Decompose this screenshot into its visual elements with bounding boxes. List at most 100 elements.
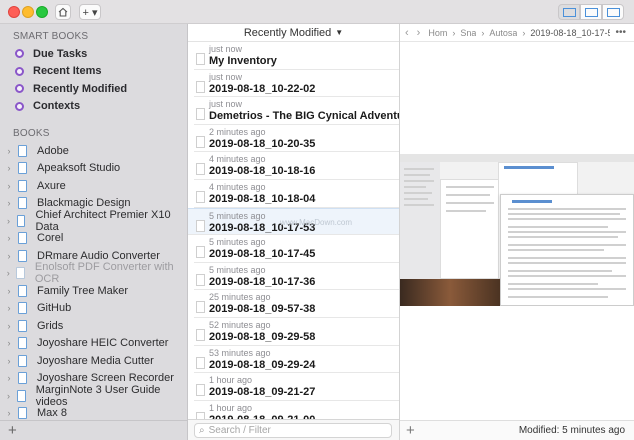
search-placeholder: Search / Filter: [208, 425, 271, 436]
document-icon: [196, 356, 205, 369]
more-options-button[interactable]: •••: [615, 27, 626, 38]
document-screenshot-image: [400, 154, 634, 306]
item-title: Demetrios - The BIG Cynical Adventure: [209, 110, 399, 123]
disclosure-chevron-icon[interactable]: ›: [0, 198, 18, 208]
disclosure-chevron-icon[interactable]: ›: [0, 356, 18, 366]
search-input[interactable]: ⌕ Search / Filter: [194, 423, 392, 438]
document-list: just now My Inventory just now 2019-08-18_1…: [188, 42, 399, 419]
modified-status: Modified: 5 minutes ago: [518, 425, 625, 436]
disclosure-chevron-icon[interactable]: ›: [0, 268, 16, 278]
minimize-window-button[interactable]: [22, 6, 34, 18]
document-list-item[interactable]: 1 hour ago2019-08-18_09-21-00: [194, 401, 399, 419]
document-icon: [196, 301, 205, 314]
book-item[interactable]: › MarginNote 3 User Guide videos: [0, 384, 187, 408]
smart-book-item[interactable]: Due Tasks: [0, 45, 187, 63]
document-list-item[interactable]: 5 minutes ago 2019-08-18_10-17-53 www.MacD…: [188, 207, 399, 236]
document-list-item[interactable]: 2 minutes ago 2019-08-18_10-20-35: [194, 125, 399, 153]
smart-book-label: Due Tasks: [33, 47, 88, 60]
disclosure-chevron-icon[interactable]: ›: [0, 181, 18, 191]
item-title: 2019-08-18_10-17-45: [209, 248, 316, 261]
add-attachment-button[interactable]: +: [406, 422, 415, 439]
book-icon: [16, 214, 26, 227]
book-item[interactable]: › GitHub: [0, 300, 187, 318]
item-modified-time: just now: [209, 99, 243, 110]
disclosure-chevron-icon[interactable]: ›: [0, 163, 18, 173]
book-item[interactable]: › Axure: [0, 177, 187, 195]
smart-book-label: Recent Items: [33, 65, 102, 78]
document-list-item[interactable]: just now 2019-08-18_10-22-02: [194, 70, 399, 98]
view-two-pane-button[interactable]: [580, 4, 602, 20]
book-item[interactable]: › Grids: [0, 317, 187, 335]
disclosure-chevron-icon[interactable]: ›: [0, 373, 18, 383]
book-icon: [18, 232, 27, 245]
smart-books-list: Due Tasks Recent Items Recently Modified Co…: [0, 45, 187, 115]
item-modified-time: 5 minutes ago: [209, 210, 266, 221]
forward-button[interactable]: ›: [417, 27, 421, 39]
document-detail-pane: ‹ › Hom › Sna › Autosa › 2019-08-18_10-17-53 …: [400, 24, 634, 440]
add-book-button[interactable]: +: [8, 422, 17, 439]
breadcrumb-separator-icon: ›: [452, 27, 456, 38]
smart-book-item[interactable]: Recent Items: [0, 63, 187, 81]
view-single-pane-button[interactable]: [602, 4, 624, 20]
item-modified-time: 1 hour ago: [209, 375, 253, 386]
book-label: Chief Architect Premier X10 Data: [35, 208, 171, 233]
disclosure-chevron-icon[interactable]: ›: [0, 321, 18, 331]
disclosure-chevron-icon[interactable]: ›: [0, 216, 17, 226]
book-item[interactable]: › Adobe: [0, 142, 187, 160]
book-icon: [18, 407, 27, 420]
close-window-button[interactable]: [8, 6, 20, 18]
book-item[interactable]: › Enolsoft PDF Converter with OCR: [0, 261, 187, 285]
list-sort-header[interactable]: Recently Modified ▼: [188, 24, 399, 42]
single-pane-icon: [606, 7, 620, 17]
home-button[interactable]: [55, 4, 71, 20]
document-list-item[interactable]: just now Demetrios - The BIG Cynical Adve…: [194, 97, 399, 125]
disclosure-chevron-icon[interactable]: ›: [0, 338, 18, 348]
breadcrumb-document[interactable]: 2019-08-18_10-17-53: [530, 28, 610, 38]
disclosure-chevron-icon[interactable]: ›: [0, 408, 18, 418]
zoom-window-button[interactable]: [36, 6, 48, 18]
smart-book-item[interactable]: Recently Modified: [0, 80, 187, 98]
document-list-item[interactable]: 1 hour ago 2019-08-18_09-21-27: [194, 373, 399, 401]
view-mode-switcher: [558, 4, 624, 20]
document-list-item[interactable]: 5 minutes ago 2019-08-18_10-17-36: [194, 263, 399, 291]
document-list-item[interactable]: 52 minutes ago 2019-08-18_09-29-58: [194, 318, 399, 346]
disclosure-chevron-icon[interactable]: ›: [0, 146, 18, 156]
item-title: 2019-08-18_09-57-38: [209, 303, 316, 316]
item-title: 2019-08-18_10-17-36: [209, 275, 316, 288]
item-modified-time: 25 minutes ago: [209, 292, 271, 303]
disclosure-chevron-icon[interactable]: ›: [0, 233, 18, 243]
breadcrumb-item[interactable]: Sna: [460, 28, 476, 38]
book-item[interactable]: › Chief Architect Premier X10 Data: [0, 208, 187, 233]
document-list-pane: Recently Modified ▼ just now My Inventory…: [188, 24, 400, 440]
book-item[interactable]: › Apeaksoft Studio: [0, 160, 187, 178]
breadcrumb-item[interactable]: Hom: [428, 28, 447, 38]
book-item[interactable]: › Joyoshare HEIC Converter: [0, 335, 187, 353]
item-title: 2019-08-18_09-29-58: [209, 330, 316, 343]
add-menu-button[interactable]: + ▾: [79, 4, 101, 20]
disclosure-chevron-icon[interactable]: ›: [0, 303, 18, 313]
book-icon: [18, 337, 27, 350]
back-button[interactable]: ‹: [405, 27, 409, 39]
document-list-item[interactable]: 4 minutes ago 2019-08-18_10-18-04: [194, 180, 399, 208]
sidebar: SMART BOOKS Due Tasks Recent Items Recentl…: [0, 24, 188, 440]
document-list-item[interactable]: 53 minutes ago 2019-08-18_09-29-24: [194, 346, 399, 374]
disclosure-chevron-icon[interactable]: ›: [0, 286, 18, 296]
book-label: Joyoshare HEIC Converter: [37, 337, 169, 350]
document-icon: [196, 219, 205, 232]
book-icon: [18, 249, 27, 262]
document-list-item[interactable]: just now My Inventory: [194, 42, 399, 70]
book-label: Corel: [37, 232, 64, 245]
document-list-item[interactable]: 25 minutes ago 2019-08-18_09-57-38: [194, 290, 399, 318]
path-bar: ‹ › Hom › Sna › Autosa › 2019-08-18_10-17-53 …: [400, 24, 634, 42]
disclosure-chevron-icon[interactable]: ›: [0, 251, 18, 261]
item-title: 2019-08-18_10-22-02: [209, 82, 316, 95]
book-item[interactable]: › Joyoshare Media Cutter: [0, 352, 187, 370]
document-list-item[interactable]: 4 minutes ago 2019-08-18_10-18-16: [194, 152, 399, 180]
disclosure-chevron-icon[interactable]: ›: [0, 391, 17, 401]
smart-book-item[interactable]: Contexts: [0, 98, 187, 116]
book-icon: [18, 179, 27, 192]
document-list-item[interactable]: 5 minutes ago 2019-08-18_10-17-45: [194, 235, 399, 263]
view-three-pane-button[interactable]: [558, 4, 580, 20]
book-label: Adobe: [37, 144, 69, 157]
breadcrumb-item[interactable]: Autosa: [489, 28, 517, 38]
